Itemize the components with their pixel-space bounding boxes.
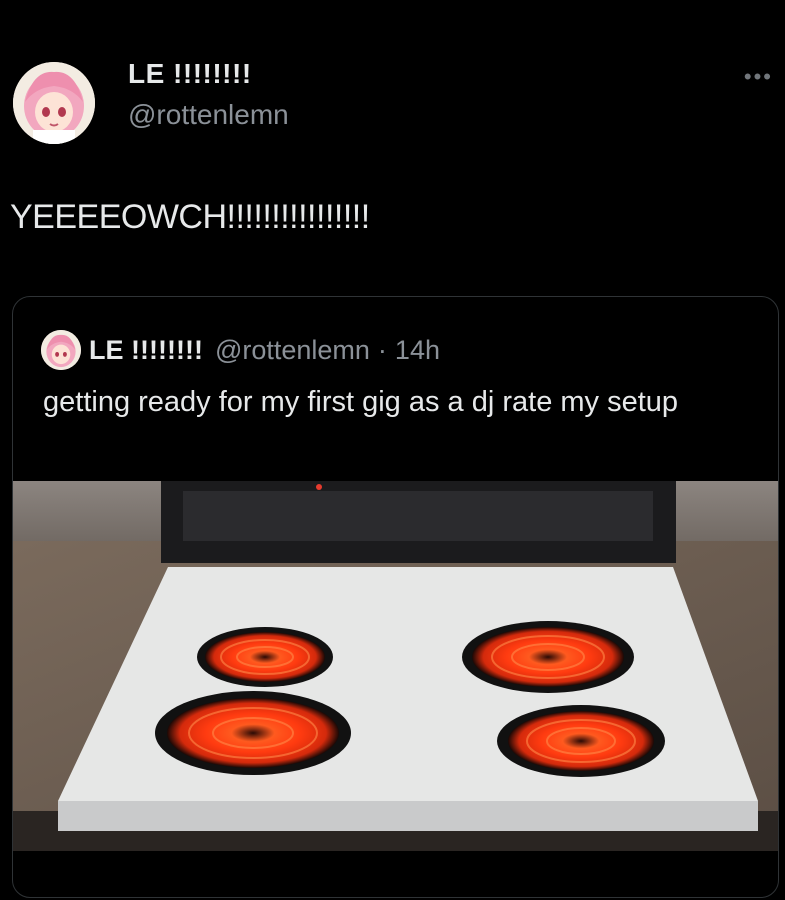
tweet-text: YEEEEOWCH!!!!!!!!!!!!!!!!: [10, 198, 370, 236]
user-handle[interactable]: @rottenlemn: [128, 99, 289, 131]
quote-text: getting ready for my first gig as a dj r…: [43, 386, 679, 418]
tweet: LE !!!!!!!! @rottenlemn ••• YEEEEOWCH!!!…: [0, 0, 785, 900]
quote-separator: ·: [377, 334, 387, 365]
burner-back-left: [197, 627, 333, 687]
display-name[interactable]: LE !!!!!!!!: [128, 58, 252, 90]
quote-header: LE !!!!!!!! @rottenlemn · 14h: [41, 330, 440, 370]
quote-display-name[interactable]: LE !!!!!!!!: [89, 335, 203, 366]
more-horizontal-icon[interactable]: •••: [744, 64, 773, 90]
quote-timestamp[interactable]: 14h: [395, 335, 440, 366]
quote-tweet-card[interactable]: LE !!!!!!!! @rottenlemn · 14h getting re…: [12, 296, 779, 898]
burner-back-right: [462, 621, 634, 693]
quote-handle[interactable]: @rottenlemn: [215, 335, 370, 366]
quote-avatar[interactable]: [41, 330, 81, 370]
user-avatar[interactable]: [13, 62, 95, 144]
burner-front-left: [155, 691, 351, 775]
stove-photo[interactable]: [13, 481, 778, 851]
burner-front-right: [497, 705, 665, 777]
